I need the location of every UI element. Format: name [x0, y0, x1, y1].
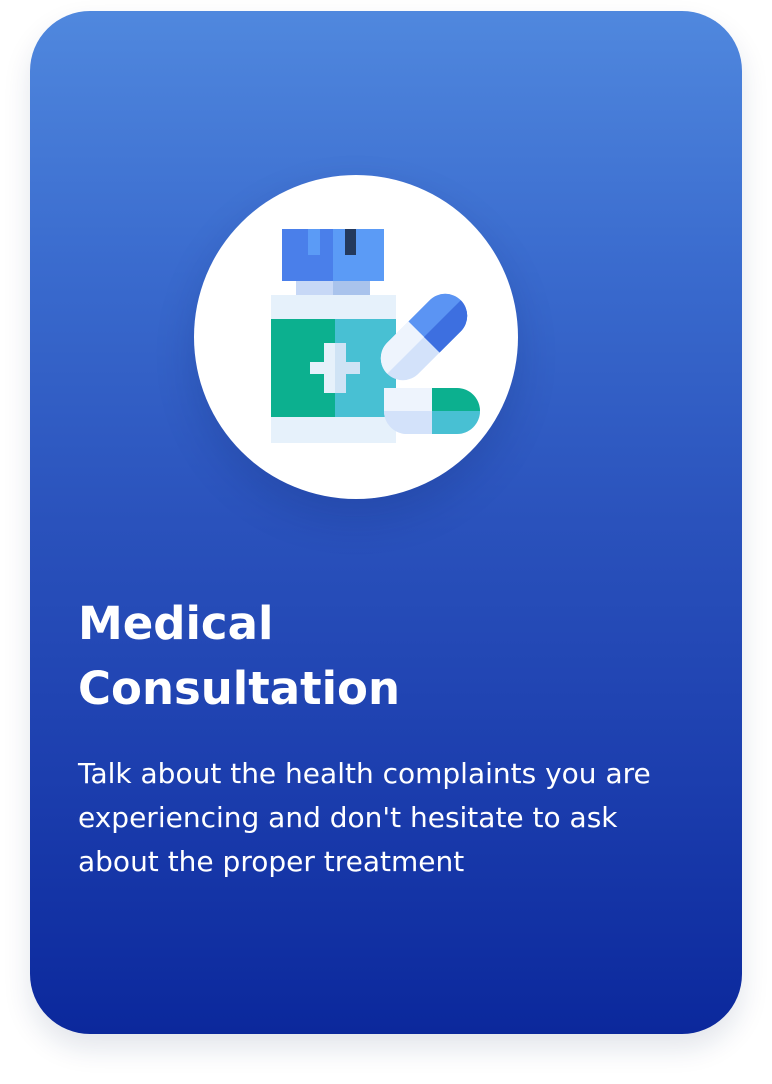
card-title-line-1: Medical	[78, 597, 274, 650]
medicine-bottle-pills-icon	[271, 229, 480, 443]
card-description: Talk about the health complaints you are…	[78, 757, 651, 878]
medical-consultation-card[interactable]: Medical Consultation Talk about the healt…	[30, 11, 742, 1034]
card-title: Medical Consultation	[78, 591, 678, 721]
card-title-line-2: Consultation	[78, 662, 400, 715]
icon-badge	[194, 175, 518, 499]
